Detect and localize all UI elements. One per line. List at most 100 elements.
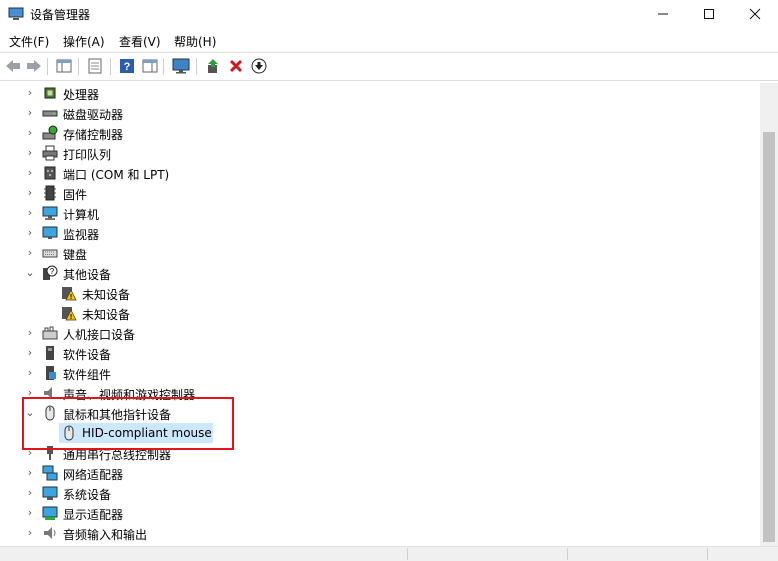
storage-icon [42,125,58,140]
red-x-icon [229,59,243,73]
chevron-right-icon[interactable]: › [24,327,36,339]
other-devices-icon: ? [43,265,58,280]
minimize-button[interactable] [640,0,686,28]
disable-device-button[interactable] [250,57,268,75]
tree-item-keyboards[interactable]: › 键盘 [0,243,760,263]
chevron-down-icon[interactable]: ⌄ [24,267,36,279]
display-adapter-icon [42,506,58,520]
chevron-right-icon[interactable]: › [24,107,36,119]
forward-arrow-icon [27,60,41,72]
svg-text:?: ? [124,61,131,73]
tree-item-ports[interactable]: › 端口 (COM 和 LPT) [0,163,760,183]
menu-view[interactable]: 查看(V) [119,33,161,50]
menu-action[interactable]: 操作(A) [63,33,105,50]
chevron-right-icon[interactable]: › [24,467,36,479]
chevron-right-icon[interactable]: › [24,527,36,539]
toolbar-separator [78,58,79,75]
tree-item-firmware[interactable]: › 固件 [0,183,760,203]
close-button[interactable] [732,0,778,28]
tree-item-label: 人机接口设备 [63,328,136,342]
keyboard-icon [42,249,58,258]
forward-button[interactable] [25,57,43,75]
tree-item-label: 端口 (COM 和 LPT) [63,168,170,182]
tree-item-processors[interactable]: › 处理器 [0,83,760,103]
menu-help[interactable]: 帮助(H) [174,33,216,50]
chevron-right-icon[interactable]: › [24,227,36,239]
tree-item-label: 软件组件 [63,368,112,382]
title-bar[interactable]: 设备管理器 [0,0,778,28]
tree-item-software-components[interactable]: › 软件组件 [0,363,760,383]
toolbar-separator [163,58,164,75]
scan-hardware-button[interactable] [172,57,190,75]
svg-text:!: ! [70,294,72,301]
update-driver-button[interactable] [204,57,222,75]
menu-bar: 文件(F) 操作(A) 查看(V) 帮助(H) [0,30,778,51]
close-icon [749,8,761,20]
tree-item-label: 网络适配器 [63,468,124,482]
status-bar-divider [707,548,708,560]
tree-item-label: 软件设备 [63,348,112,362]
download-circle-icon [251,58,267,74]
maximize-icon [704,9,714,19]
tree-item-computer[interactable]: › 计算机 [0,203,760,223]
show-hide-console-tree-button[interactable] [55,57,73,75]
tree-item-label: 未知设备 [82,288,131,302]
menu-file[interactable]: 文件(F) [9,33,49,50]
tree-item-hid[interactable]: › 人机接口设备 [0,323,760,343]
chevron-right-icon[interactable]: › [24,507,36,519]
help-button[interactable]: ? [118,57,136,75]
tree-item-unknown-device[interactable]: ! 未知设备 [0,303,760,323]
firmware-icon [44,185,56,201]
chevron-right-icon[interactable]: › [24,147,36,159]
cpu-icon [44,87,56,99]
printer-icon [42,145,58,161]
svg-text:!: ! [70,314,72,321]
minimize-icon [658,13,668,15]
properties-icon [88,58,102,74]
toolbar: ? [0,52,778,81]
tree-item-label: 音频输入和输出 [63,528,148,542]
toolbar-separator [110,58,111,75]
tree-item-storage-controllers[interactable]: › 存储控制器 [0,123,760,143]
tree-item-network-adapters[interactable]: › 网络适配器 [0,463,760,483]
red-highlight-box [22,397,234,450]
chevron-right-icon[interactable]: › [24,127,36,139]
chevron-right-icon[interactable]: › [24,247,36,259]
tree-item-audio-io[interactable]: › 音频输入和输出 [0,523,760,543]
tree-item-monitors[interactable]: › 监视器 [0,223,760,243]
software-component-icon [46,366,56,380]
tree-item-unknown-device[interactable]: ! 未知设备 [0,283,760,303]
toolbar-separator [47,58,48,75]
tree-item-display-adapters[interactable]: › 显示适配器 [0,503,760,523]
chevron-right-icon[interactable]: › [24,367,36,379]
chevron-right-icon[interactable]: › [24,167,36,179]
system-device-icon [42,486,58,500]
unknown-device-warning-icon: ! [62,287,77,301]
action-pane-button[interactable] [141,57,159,75]
port-icon [44,166,56,180]
device-manager-app-icon [8,7,24,20]
back-button[interactable] [4,57,22,75]
chevron-right-icon[interactable]: › [24,487,36,499]
tree-item-other-devices[interactable]: ⌄ ? 其他设备 [0,263,760,283]
software-device-icon [46,346,54,360]
tree-item-label: 监视器 [63,228,100,242]
tree-item-label: 未知设备 [82,308,131,322]
audio-io-icon [44,527,56,539]
maximize-button[interactable] [686,0,732,28]
tree-item-software-devices[interactable]: › 软件设备 [0,343,760,363]
tree-item-disk-drives[interactable]: › 磁盘驱动器 [0,103,760,123]
chevron-right-icon[interactable]: › [24,187,36,199]
status-bar [0,546,778,561]
chevron-right-icon[interactable]: › [24,87,36,99]
chevron-right-icon[interactable]: › [24,207,36,219]
vertical-scrollbar-thumb[interactable] [763,132,775,542]
toolbar-separator [196,58,197,75]
uninstall-device-button[interactable] [227,57,245,75]
tree-item-print-queues[interactable]: › 打印队列 [0,143,760,163]
tree-item-system-devices[interactable]: › 系统设备 [0,483,760,503]
chevron-right-icon[interactable]: › [24,347,36,359]
network-icon [42,465,58,481]
scan-hardware-monitor-icon [172,58,190,74]
properties-button[interactable] [86,57,104,75]
